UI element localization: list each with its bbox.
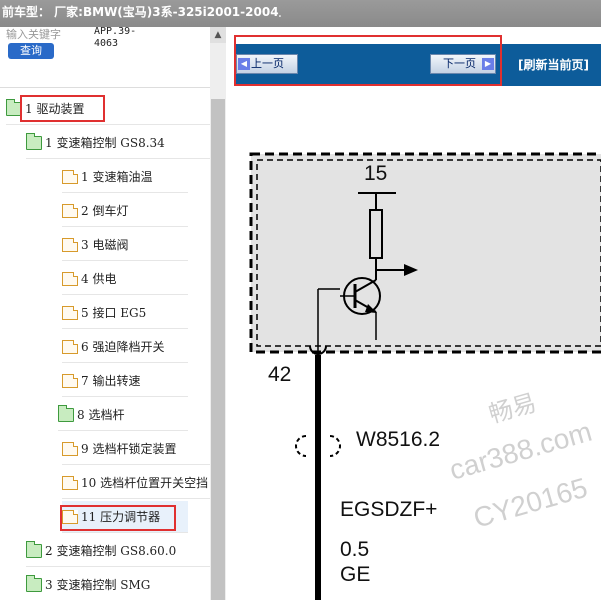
signal-name: EGSDZF+ [340, 498, 438, 521]
wire-size: 0.5 [340, 538, 370, 561]
connector-right-bracket-icon [329, 435, 341, 457]
connector-left-bracket-icon [295, 435, 307, 457]
wire-color: GE [340, 563, 371, 586]
wire-code: W8516.2 [356, 428, 441, 451]
pin-15-label: 15 [364, 162, 388, 185]
component-box-fill [251, 154, 601, 352]
pin-42-label: 42 [268, 363, 292, 386]
